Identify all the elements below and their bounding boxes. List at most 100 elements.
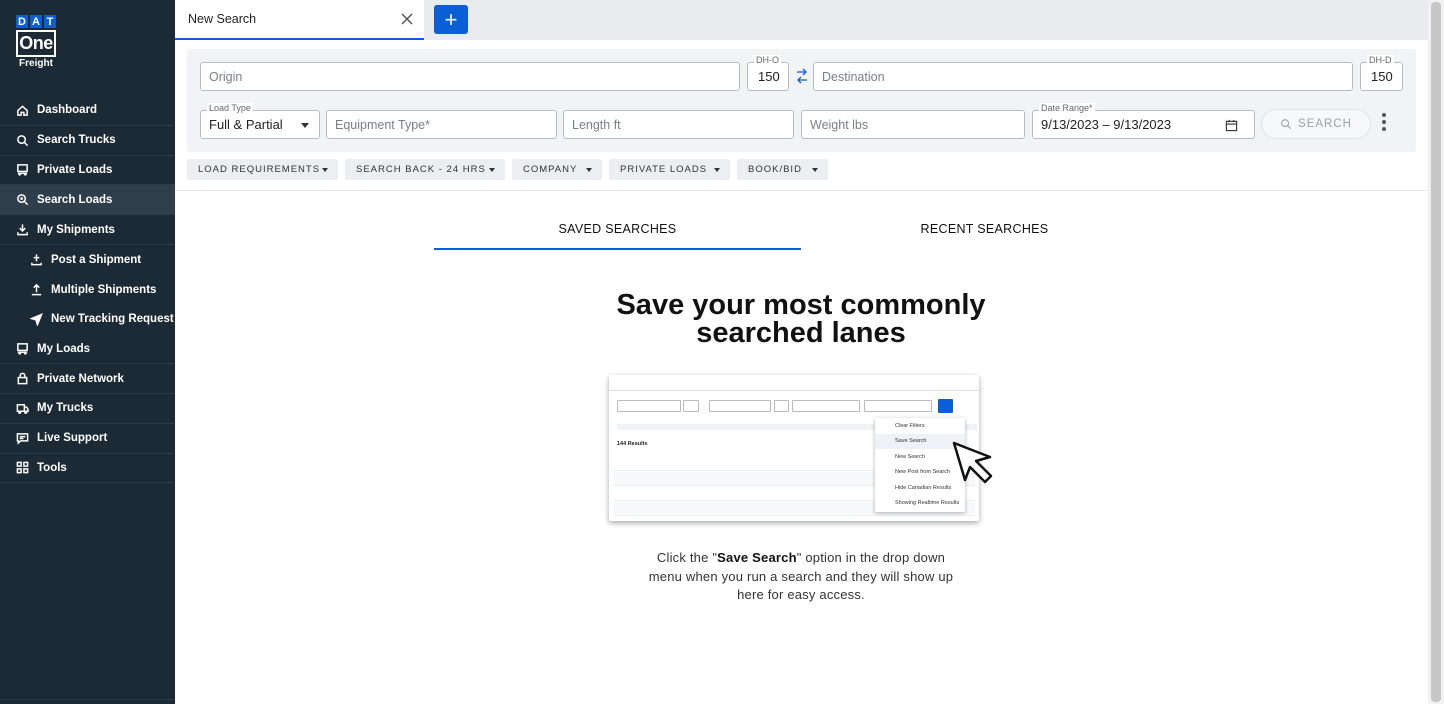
length-input[interactable]	[572, 117, 793, 132]
sidebar-item-private-loads[interactable]: Private Loads	[0, 156, 175, 186]
sidebar-item-label: My Loads	[37, 342, 91, 355]
sidebar-item-label: Dashboard	[37, 104, 98, 117]
sidebar-item-my-loads[interactable]: My Loads	[0, 334, 175, 365]
more-options-icon[interactable]	[1381, 113, 1387, 133]
sidebar-item-post-shipment[interactable]: Post a Shipment	[0, 245, 175, 275]
tab-saved-searches[interactable]: SAVED SEARCHES	[434, 222, 801, 250]
dh-d-value: 150	[1371, 69, 1393, 84]
empty-state-help-text: Click the "Save Search" option in the dr…	[640, 549, 962, 605]
logo-freight: Freight	[19, 58, 53, 69]
dh-d-label: DH-D	[1367, 55, 1394, 65]
lock-icon	[14, 371, 30, 387]
chevron-down-icon	[812, 168, 818, 172]
empty-state-headline: Save your most commonly searched lanes	[616, 289, 986, 349]
equipment-type-field[interactable]	[326, 110, 557, 139]
search-button[interactable]: SEARCH	[1261, 109, 1371, 139]
filter-book-bid[interactable]: BOOK/BID	[737, 159, 828, 180]
sidebar-item-tools[interactable]: Tools	[0, 454, 175, 484]
filter-label: SEARCH BACK - 24 HRS	[356, 164, 486, 175]
sidebar-item-label: Multiple Shipments	[51, 283, 157, 296]
search-button-label: SEARCH	[1298, 118, 1352, 130]
origin-input[interactable]	[209, 69, 739, 84]
destination-input[interactable]	[822, 69, 1352, 84]
sidebar-item-label: Tools	[37, 461, 67, 474]
load-type-value: Full & Partial	[209, 117, 283, 132]
page-scrollbar[interactable]	[1428, 0, 1444, 704]
chevron-down-icon	[301, 123, 309, 128]
date-range-field[interactable]: Date Range* 9/13/2023 – 9/13/2023	[1032, 103, 1255, 139]
filter-load-requirements[interactable]: LOAD REQUIREMENTS	[187, 159, 338, 180]
filter-label: BOOK/BID	[748, 164, 802, 175]
sidebar-item-private-network[interactable]: Private Network	[0, 364, 175, 394]
weight-input[interactable]	[810, 117, 1024, 132]
load-type-select[interactable]: Load Type Full & Partial	[200, 103, 320, 139]
sidebar-item-label: Live Support	[37, 432, 108, 445]
length-field[interactable]	[563, 110, 794, 139]
dh-d-field[interactable]: DH-D 150	[1360, 55, 1403, 91]
sidebar-item-label: My Trucks	[37, 402, 94, 415]
date-range-label: Date Range*	[1039, 103, 1095, 113]
tab-label: New Search	[188, 12, 257, 26]
sidebar-item-label: New Tracking Request	[51, 313, 174, 326]
illustration-results-count: 144 Results	[617, 441, 648, 447]
weight-field[interactable]	[801, 110, 1025, 139]
filter-search-back[interactable]: SEARCH BACK - 24 HRS	[345, 159, 505, 180]
filter-company[interactable]: COMPANY	[512, 159, 602, 180]
scrollbar-thumb[interactable]	[1431, 2, 1441, 702]
filter-private-loads[interactable]: PRIVATE LOADS	[609, 159, 730, 180]
sidebar-item-search-trucks[interactable]: Search Trucks	[0, 126, 175, 156]
add-tab-button[interactable]: +	[434, 5, 468, 34]
illustration-menu-item: Showing Realtime Results	[895, 500, 960, 507]
logo-letter: T	[44, 15, 56, 28]
sidebar-item-search-loads[interactable]: Search Loads	[0, 185, 175, 216]
illustration-field	[683, 400, 699, 412]
logo-letter: A	[30, 15, 42, 28]
swap-arrows-icon[interactable]	[795, 65, 809, 87]
dh-o-label: DH-O	[754, 55, 781, 65]
filter-label: LOAD REQUIREMENTS	[198, 164, 321, 175]
close-icon[interactable]	[400, 12, 414, 26]
sidebar-item-label: Post a Shipment	[51, 253, 142, 266]
sidebar-item-label: My Shipments	[37, 223, 115, 236]
chevron-down-icon	[714, 168, 720, 172]
save-search-illustration: 144 Results Clear Filters Save Search Ne…	[609, 375, 979, 521]
origin-field[interactable]	[200, 62, 740, 91]
sidebar-nav: Dashboard Search Trucks Private Loads Se…	[0, 96, 175, 484]
load-type-label: Load Type	[207, 103, 253, 113]
cursor-pointer-icon	[952, 441, 993, 484]
truck-outline-icon	[14, 400, 30, 416]
illustration-field	[709, 400, 771, 412]
sidebar-item-label: Private Network	[37, 372, 124, 385]
download-icon	[14, 222, 30, 238]
navigation-icon	[28, 311, 44, 327]
dat-one-logo[interactable]: D A T One Freight	[16, 15, 57, 69]
sidebar-item-new-tracking-request[interactable]: New Tracking Request	[0, 305, 175, 335]
calendar-icon[interactable]	[1225, 119, 1238, 132]
sidebar-item-dashboard[interactable]: Dashboard	[0, 96, 175, 126]
destination-field[interactable]	[813, 62, 1353, 91]
dh-o-value: 150	[758, 69, 780, 84]
help-text-emphasis: Save Search	[717, 550, 797, 565]
tab-new-search[interactable]: New Search	[175, 0, 424, 40]
upload-icon	[28, 282, 44, 298]
sidebar-item-my-trucks[interactable]: My Trucks	[0, 394, 175, 424]
divider	[175, 190, 1428, 191]
search-loads-icon	[14, 192, 30, 208]
tab-recent-searches[interactable]: RECENT SEARCHES	[801, 222, 1168, 250]
chevron-down-icon	[489, 168, 495, 172]
dh-o-field[interactable]: DH-O 150	[747, 55, 789, 91]
search-icon	[1281, 119, 1292, 130]
truck-icon	[14, 341, 30, 357]
sidebar-item-live-support[interactable]: Live Support	[0, 424, 175, 454]
equipment-type-input[interactable]	[335, 117, 556, 132]
sidebar: D A T One Freight Dashboard Search Truck…	[0, 0, 175, 704]
grid-icon	[14, 460, 30, 476]
sidebar-item-my-shipments[interactable]: My Shipments	[0, 215, 175, 245]
sidebar-item-multiple-shipments[interactable]: Multiple Shipments	[0, 275, 175, 305]
search-tab-bar: New Search +	[175, 0, 1428, 40]
filter-label: COMPANY	[523, 164, 578, 175]
logo-letter: D	[16, 15, 28, 28]
illustration-field	[792, 400, 860, 412]
illustration-tabs	[609, 375, 979, 391]
illustration-field	[774, 400, 789, 412]
